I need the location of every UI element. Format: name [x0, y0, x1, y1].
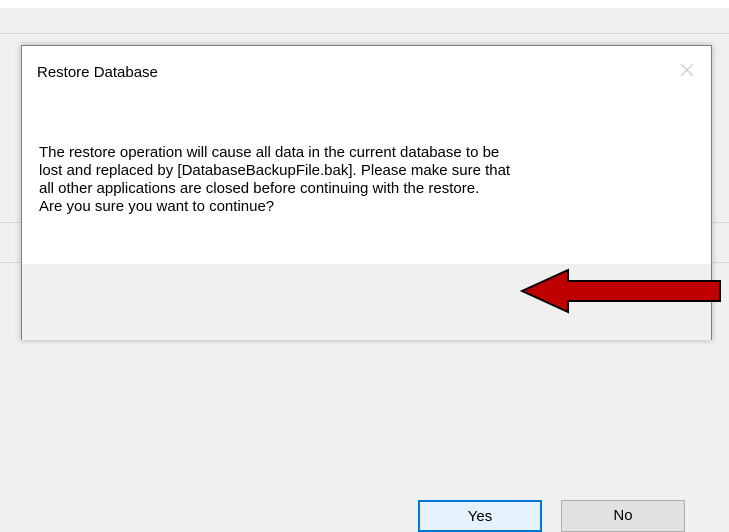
- background-top-bar: [0, 0, 729, 8]
- dialog-button-bar: Yes No: [22, 264, 711, 532]
- no-button[interactable]: No: [561, 500, 685, 532]
- background-divider: [0, 33, 729, 34]
- dialog-message: The restore operation will cause all dat…: [39, 144, 511, 215]
- background-divider: [713, 222, 729, 223]
- close-icon: [680, 63, 694, 77]
- background-divider: [0, 262, 22, 263]
- yes-button[interactable]: Yes: [418, 500, 542, 532]
- background-divider: [713, 262, 729, 263]
- dialog-title: Restore Database: [37, 64, 158, 81]
- close-button[interactable]: [677, 60, 697, 80]
- restore-database-dialog: Restore Database The restore operation w…: [21, 45, 712, 532]
- background-divider: [0, 222, 22, 223]
